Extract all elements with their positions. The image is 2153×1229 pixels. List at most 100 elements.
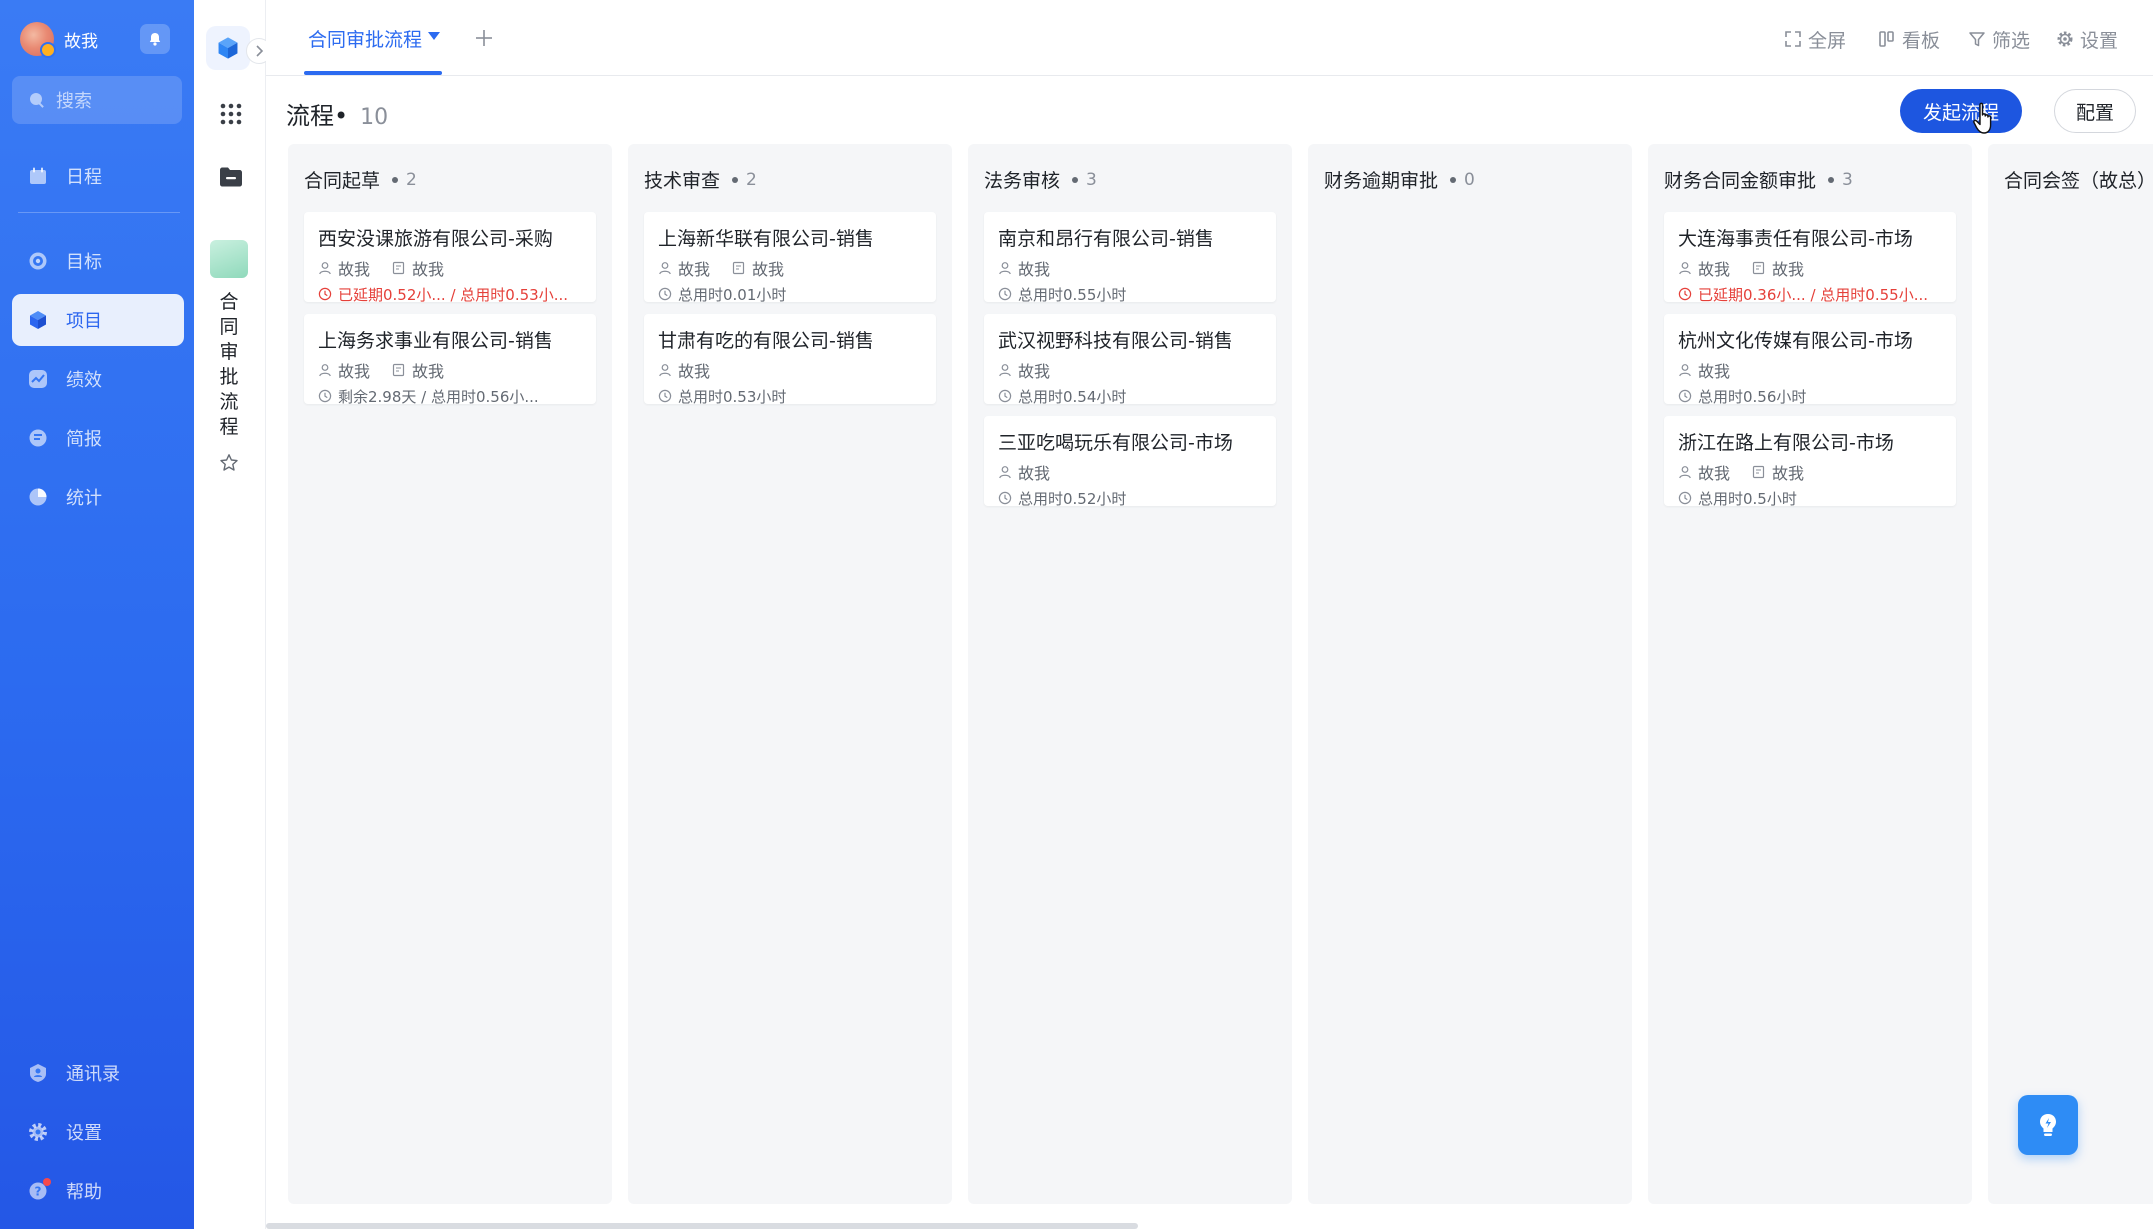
hand-cursor-icon [1973, 102, 1992, 134]
active-tab-indicator [304, 71, 442, 75]
card-time: 总用时0.5小时 [1678, 488, 1944, 508]
sidebar-item-performance[interactable]: 绩效 [12, 353, 184, 405]
edit-doc-icon [1752, 261, 1772, 275]
project-name-vertical[interactable]: 合同审批流程 [216, 290, 242, 440]
card-assignees: 故我 故我 [1678, 258, 1944, 279]
search-input[interactable]: 搜索 [12, 76, 182, 124]
time-text: 总用时0.56小时 [1698, 387, 1807, 406]
fullscreen-icon [1785, 31, 1801, 47]
card-title: 西安没课旅游有限公司-采购 [318, 228, 553, 250]
flow-card[interactable]: 甘肃有吃的有限公司-销售 故我 总用时0.53小时 [644, 314, 936, 406]
gear-icon [2057, 31, 2073, 47]
sidebar-divider [18, 212, 180, 213]
clock-icon [318, 287, 338, 301]
user-icon [1678, 261, 1698, 275]
card-title: 上海新华联有限公司-销售 [658, 228, 874, 250]
contacts-icon [26, 1061, 50, 1085]
main-sidebar: 故我 搜索 日程 目标 项目 绩效 简报 统计 通讯录 设置 ? 帮助 [0, 0, 194, 1229]
tab-contract-approval[interactable]: 合同审批流程 [308, 0, 441, 76]
clock-icon [998, 389, 1018, 403]
flow-card[interactable]: 武汉视野科技有限公司-销售 故我 总用时0.54小时 [984, 314, 1276, 406]
sidebar-item-goals[interactable]: 目标 [12, 235, 184, 287]
user-icon [658, 261, 678, 275]
kanban-board: 合同起草 2 西安没课旅游有限公司-采购 故我 故我 已延期0.52小... / 总用时0… [266, 144, 2153, 1229]
card-title: 上海务求事业有限公司-销售 [318, 330, 553, 352]
horizontal-scrollbar[interactable] [266, 1223, 1138, 1229]
owner-name: 故我 [1018, 464, 1051, 483]
flow-card[interactable]: 上海新华联有限公司-销售 故我 故我 总用时0.01小时 [644, 212, 936, 304]
star-icon[interactable] [216, 450, 242, 476]
board-icon [1879, 31, 1894, 47]
clock-icon [658, 287, 678, 301]
user-profile[interactable]: 故我 [20, 22, 180, 58]
reviewer: 故我 [732, 256, 784, 280]
kanban-column: 合同会签（故总） [1988, 144, 2153, 1204]
flow-card[interactable]: 杭州文化传媒有限公司-市场 故我 总用时0.56小时 [1664, 314, 1956, 406]
column-header[interactable]: 财务逾期审批 0 [1324, 166, 1475, 193]
project-rail: 合同审批流程 [194, 0, 272, 1229]
owner-name: 故我 [1018, 362, 1051, 381]
owner-name: 故我 [1018, 260, 1051, 279]
flow-card[interactable]: 南京和昂行有限公司-销售 故我 总用时0.55小时 [984, 212, 1276, 304]
owner-name: 故我 [678, 260, 711, 279]
avatar[interactable] [20, 22, 56, 58]
column-header[interactable]: 技术审查 2 [644, 166, 757, 193]
flow-card[interactable]: 浙江在路上有限公司-市场 故我 故我 总用时0.5小时 [1664, 416, 1956, 508]
settings-label: 设置 [2080, 29, 2119, 52]
board-label: 看板 [1902, 29, 1941, 52]
help-bulb-button[interactable] [2018, 1095, 2078, 1155]
project-thumbnail[interactable] [210, 240, 248, 278]
sidebar-item-contacts[interactable]: 通讯录 [12, 1047, 184, 1099]
sidebar-item-briefing[interactable]: 简报 [12, 412, 184, 464]
config-button[interactable]: 配置 [2054, 89, 2136, 133]
sidebar-item-help[interactable]: ? 帮助 [12, 1165, 184, 1217]
flow-card[interactable]: 三亚吃喝玩乐有限公司-市场 故我 总用时0.52小时 [984, 416, 1276, 508]
owner: 故我 [318, 256, 370, 280]
column-count: 3 [1842, 169, 1853, 190]
flow-card[interactable]: 上海务求事业有限公司-销售 故我 故我 剩余2.98天 / 总用时0.56小... [304, 314, 596, 406]
notification-bell-icon[interactable] [140, 24, 170, 54]
separator-dot [1450, 176, 1457, 183]
flow-card[interactable]: 西安没课旅游有限公司-采购 故我 故我 已延期0.52小... / 总用时0.53小.… [304, 212, 596, 304]
sidebar-item-projects[interactable]: 项目 [12, 294, 184, 346]
folder-icon[interactable] [216, 162, 246, 192]
sidebar-item-statistics[interactable]: 统计 [12, 471, 184, 523]
board-view-button[interactable]: 看板 [1878, 24, 1940, 54]
card-assignees: 故我 [998, 256, 1264, 280]
card-title: 大连海事责任有限公司-市场 [1678, 228, 1913, 250]
user-icon [1678, 465, 1698, 479]
search-icon [30, 93, 44, 108]
filter-button[interactable]: 筛选 [1968, 24, 2030, 54]
card-title: 甘肃有吃的有限公司-销售 [658, 330, 874, 352]
owner: 故我 [998, 460, 1050, 484]
time-text: 总用时0.55小时 [1018, 285, 1127, 304]
caret-down-icon[interactable] [428, 32, 441, 40]
edit-doc-icon [732, 261, 752, 275]
settings-button[interactable]: 设置 [2056, 24, 2118, 54]
sidebar-item-schedule[interactable]: 日程 [12, 150, 184, 202]
apps-grid-icon[interactable] [216, 99, 246, 129]
pie-chart-icon [26, 485, 50, 509]
sidebar-item-settings[interactable]: 设置 [12, 1106, 184, 1158]
time-text: 总用时0.54小时 [1018, 387, 1127, 406]
time-text: 剩余2.98天 / 总用时0.56小... [338, 387, 539, 406]
page-title: 流程• 10 [286, 96, 388, 131]
top-tab-bar: 合同审批流程 全屏 看板 筛选 设置 [266, 0, 2153, 76]
add-tab-button[interactable] [466, 20, 502, 56]
owner-name: 故我 [338, 260, 371, 279]
flow-card[interactable]: 大连海事责任有限公司-市场 故我 故我 已延期0.36小... / 总用时0.55小.… [1664, 212, 1956, 304]
fullscreen-button[interactable]: 全屏 [1784, 24, 1846, 54]
column-header[interactable]: 法务审核 3 [984, 166, 1097, 193]
card-assignees: 故我 [998, 360, 1264, 381]
column-header[interactable]: 财务合同金额审批 3 [1664, 166, 1853, 193]
time-text: 总用时0.5小时 [1698, 489, 1797, 508]
separator-dot [1828, 176, 1835, 183]
project-cube-icon[interactable] [206, 26, 250, 70]
reviewer: 故我 [392, 358, 444, 382]
owner: 故我 [998, 256, 1050, 280]
column-title: 合同起草 [304, 170, 381, 192]
card-time: 总用时0.52小时 [998, 488, 1264, 508]
start-flow-button[interactable]: 发起流程 [1900, 89, 2022, 133]
column-header[interactable]: 合同会签（故总） [2004, 166, 2153, 193]
column-header[interactable]: 合同起草 2 [304, 166, 417, 193]
